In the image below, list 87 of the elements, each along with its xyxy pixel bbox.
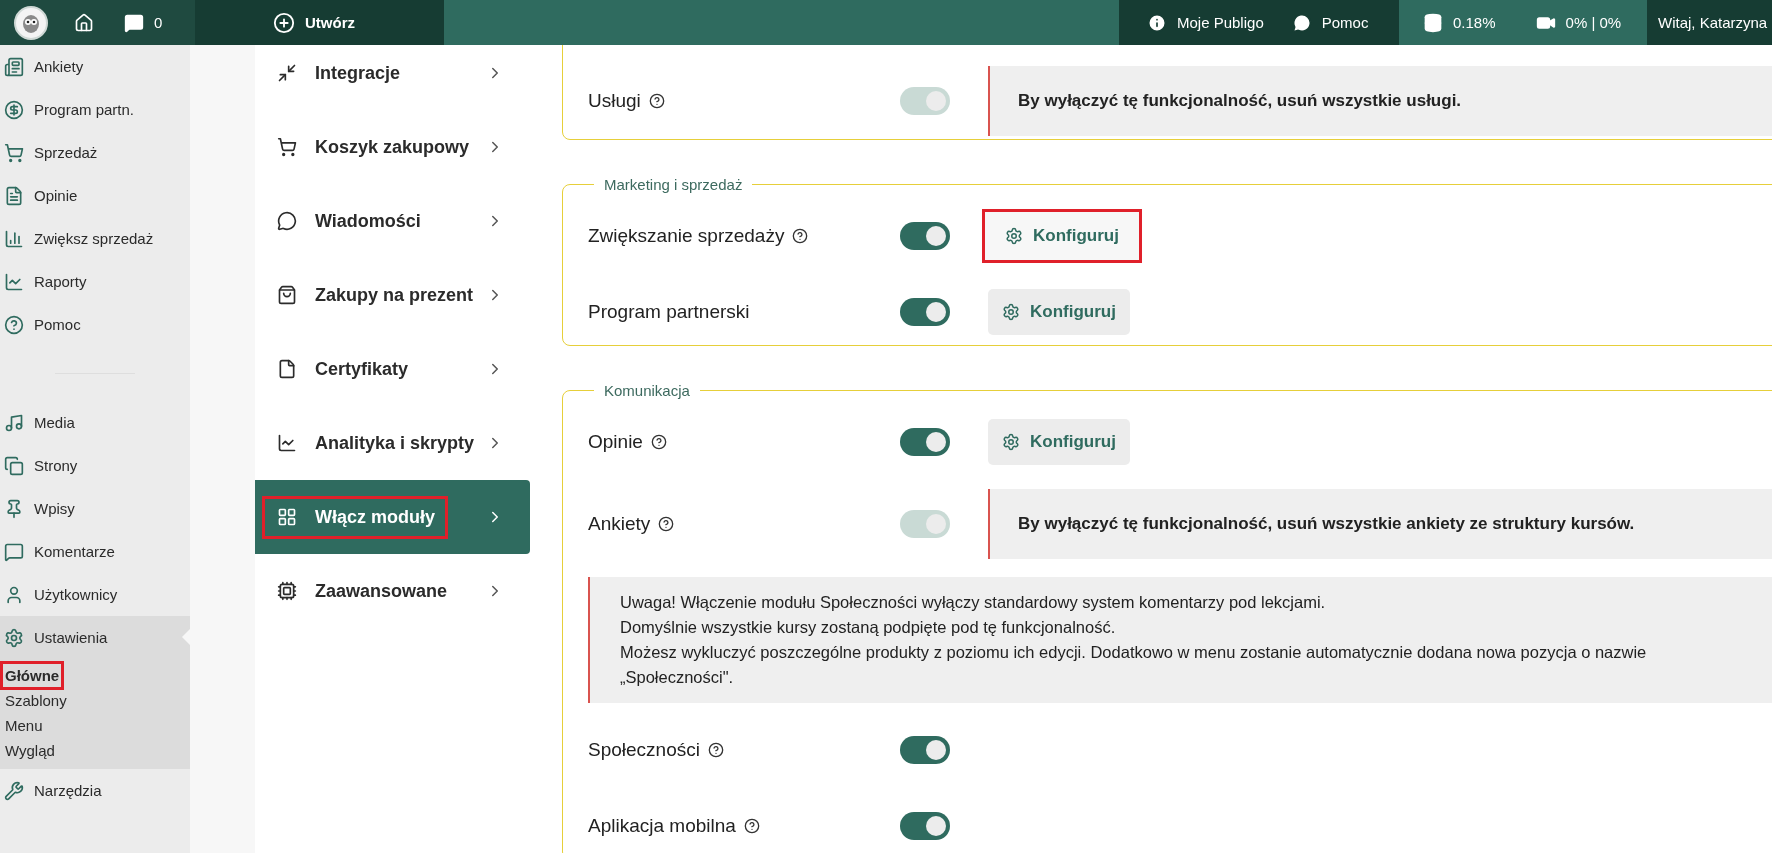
info-icon — [1147, 12, 1167, 33]
sidebar-item[interactable]: Program partn. — [0, 88, 190, 131]
dollar-icon — [4, 99, 24, 120]
copy-icon — [4, 455, 24, 476]
sidebar-item[interactable]: Strony — [0, 444, 190, 487]
settings-menu-item[interactable]: Certyfikaty — [255, 332, 530, 406]
setting-label: Społeczności — [588, 739, 700, 761]
configure-button[interactable]: Konfiguruj — [988, 419, 1130, 465]
sidebar-item[interactable]: Narzędzia — [0, 769, 190, 812]
sidebar-item[interactable]: Komentarze — [0, 530, 190, 573]
owl-logo[interactable] — [14, 5, 48, 40]
setting-label: Program partnerski — [588, 301, 750, 323]
sidebar-item[interactable]: Użytkownicy — [0, 573, 190, 616]
help-icon — [4, 314, 24, 335]
line-chart-icon — [277, 433, 297, 453]
bag-icon — [277, 285, 297, 305]
notice-message: By wyłączyć tę funkcjonalność, usuń wszystkie usługi. — [988, 66, 1772, 136]
setting-label: Opinie — [588, 431, 643, 453]
sidebar-item[interactable]: Media — [0, 401, 190, 444]
cart-icon — [4, 142, 24, 163]
toggle-switch[interactable] — [900, 812, 950, 840]
toggle-switch[interactable] — [900, 222, 950, 250]
submenu-item[interactable]: Menu — [2, 713, 46, 738]
account-link[interactable]: Moje Publigo — [1147, 12, 1264, 33]
chat-icon — [1291, 12, 1312, 33]
settings-menu-item[interactable]: Włącz moduły — [255, 480, 530, 554]
settings-menu-item[interactable]: Wiadomości — [255, 184, 530, 258]
help-icon[interactable] — [792, 228, 809, 244]
line-chart-icon — [4, 271, 24, 292]
help-icon[interactable] — [707, 742, 724, 758]
sidebar-item[interactable]: Pomoc — [0, 303, 190, 346]
group-title: Marketing i sprzedaż — [603, 176, 744, 193]
warning-message: Uwaga! Włączenie modułu Społeczności wyłączy standardowy system komentarzy pod lekcjami. Domyślnie wszystkie kursy zostaną podpięte pod tę funkcjonalność. Możesz wykluczyć poszczególne produkty z poziomu ich edycji. Dodatkowo w menu zostanie automatycznie dodana nowa pozycja o nazwie „Społeczności". — [588, 577, 1772, 703]
settings-icon — [4, 627, 24, 648]
sidebar-item[interactable]: Ankiety — [0, 45, 190, 88]
settings-menu-item[interactable]: Integracje — [255, 45, 530, 110]
sidebar-item[interactable]: Ustawienia — [0, 616, 190, 659]
cart-icon — [277, 137, 297, 157]
help-link[interactable]: Pomoc — [1291, 12, 1369, 33]
home-icon[interactable] — [74, 12, 94, 33]
submenu-item[interactable]: Główne — [2, 663, 63, 688]
configure-button[interactable]: Konfiguruj — [988, 289, 1130, 335]
settings-menu-item[interactable]: Zaawansowane — [255, 554, 530, 628]
sidebar-item[interactable]: Opinie — [0, 174, 190, 217]
comments-button[interactable]: 0 — [124, 12, 163, 33]
video-usage[interactable]: 0% | 0% — [1535, 12, 1622, 33]
toggle-switch[interactable] — [900, 736, 950, 764]
plus-icon — [273, 11, 295, 34]
newspaper-icon — [4, 56, 24, 77]
settings-menu-item[interactable]: Koszyk zakupowy — [255, 110, 530, 184]
notice-message: By wyłączyć tę funkcjonalność, usuń wszystkie ankiety ze struktury kursów. — [988, 489, 1772, 559]
settings-menu-item[interactable]: Analityka i skrypty — [255, 406, 530, 480]
pin-icon — [4, 498, 24, 519]
gear-icon — [1002, 303, 1021, 321]
music-icon — [4, 412, 24, 433]
sidebar-item[interactable]: Sprzedaż — [0, 131, 190, 174]
database-icon — [1423, 12, 1443, 33]
create-button[interactable]: Utwórz — [273, 11, 355, 34]
settings-menu-item[interactable]: Zakupy na prezent — [255, 258, 530, 332]
help-icon[interactable] — [650, 434, 667, 450]
document-icon — [4, 185, 24, 206]
setting-label: Aplikacja mobilna — [588, 815, 736, 837]
storage-usage[interactable]: 0.18% — [1423, 12, 1496, 33]
grid-icon — [277, 507, 297, 527]
toggle-switch[interactable] — [900, 298, 950, 326]
submenu-item[interactable]: Wygląd — [2, 738, 58, 763]
sidebar-item[interactable]: Raporty — [0, 260, 190, 303]
gear-icon — [1002, 433, 1021, 451]
help-icon[interactable] — [743, 818, 760, 834]
gear-icon — [1005, 227, 1024, 245]
user-icon — [4, 584, 24, 605]
comment-icon — [4, 541, 24, 562]
wrench-icon — [4, 780, 24, 801]
setting-label: Ankiety — [588, 513, 651, 535]
chip-icon — [277, 581, 297, 601]
chat-icon — [277, 211, 297, 231]
bar-chart-icon — [4, 228, 24, 249]
submenu-item[interactable]: Szablony — [2, 688, 70, 713]
sidebar-item[interactable]: Wpisy — [0, 487, 190, 530]
group-title: Komunikacja — [603, 382, 691, 399]
toggle-switch[interactable] — [900, 428, 950, 456]
shrink-icon — [277, 63, 297, 83]
configure-button[interactable]: Konfiguruj — [982, 209, 1142, 263]
sidebar-item[interactable]: Zwiększ sprzedaż — [0, 217, 190, 260]
setting-label: Zwiększanie sprzedaży — [588, 225, 785, 247]
file-icon — [277, 359, 297, 379]
setting-label: Usługi — [588, 90, 641, 112]
